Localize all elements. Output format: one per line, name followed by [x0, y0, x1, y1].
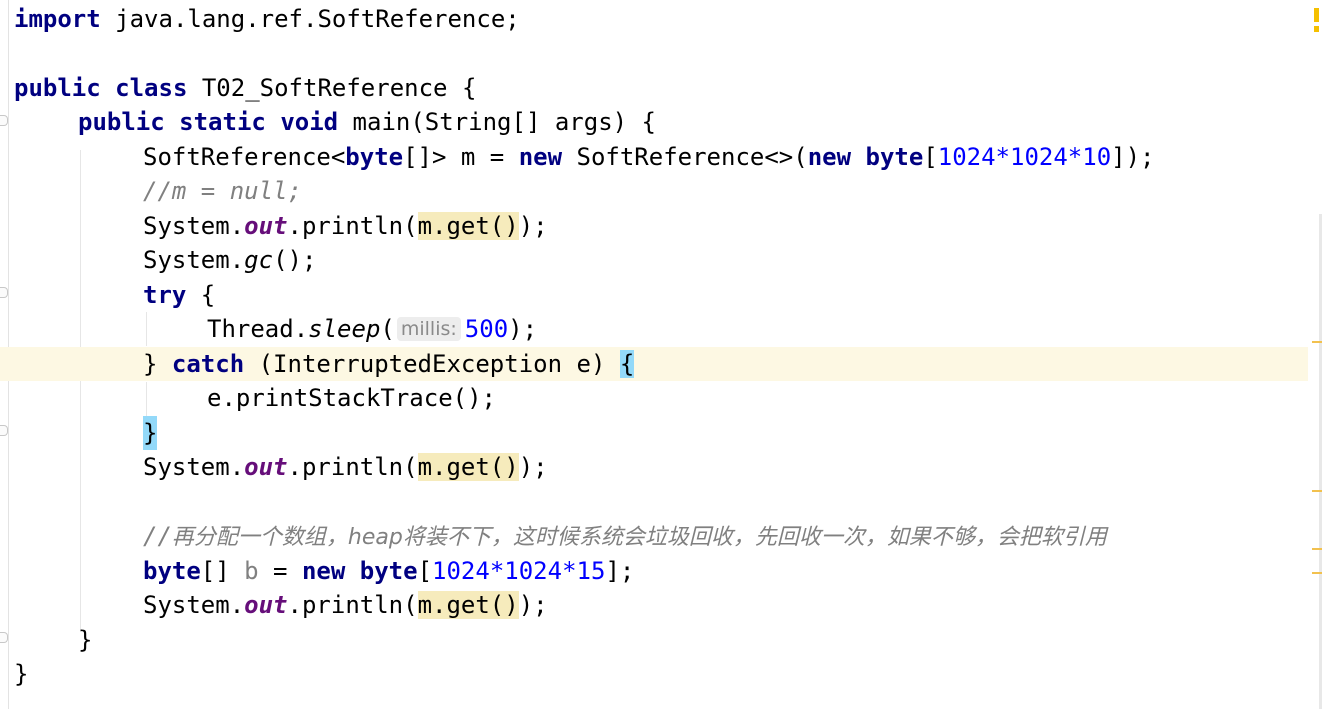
- keyword: byte: [345, 143, 404, 171]
- usage-marker[interactable]: [1312, 341, 1322, 343]
- code-text: .println(: [287, 212, 418, 240]
- code-editor[interactable]: import java.lang.ref.SoftReference; publ…: [0, 0, 1322, 709]
- unused-variable: b: [244, 557, 259, 585]
- keyword: new: [807, 143, 852, 171]
- static-field: out: [244, 453, 288, 481]
- parameter-hint: millis:: [396, 317, 461, 341]
- code-text: java.lang.ref.SoftReference;: [100, 5, 520, 33]
- number-literal: 10: [1082, 143, 1112, 171]
- code-text: SoftReference<: [143, 143, 346, 171]
- code-text: =: [258, 557, 302, 585]
- keyword: void: [280, 108, 339, 136]
- brace-match-highlight: {: [619, 350, 635, 378]
- code-line[interactable]: Thread.sleep(millis: 500);: [0, 312, 1322, 346]
- code-text: SoftReference<>(: [562, 143, 808, 171]
- code-line-current[interactable]: } catch (InterruptedException e) {: [0, 347, 1322, 381]
- code-text: );: [518, 212, 548, 240]
- code-text: (InterruptedException e): [244, 350, 620, 378]
- static-method: sleep: [308, 315, 381, 343]
- code-text: main(String[] args) {: [338, 108, 656, 136]
- code-line[interactable]: e.printStackTrace();: [0, 381, 1322, 415]
- code-comment: //m = null;: [143, 177, 302, 205]
- code-text: System.: [143, 591, 245, 619]
- code-text: System.: [143, 453, 245, 481]
- keyword: static: [179, 108, 266, 136]
- number-literal: 1024: [937, 143, 996, 171]
- static-field: out: [244, 591, 288, 619]
- brace-match-highlight: }: [143, 416, 158, 450]
- code-line[interactable]: //再分配一个数组，heap将装不下，这时候系统会垃圾回收，先回收一次，如果不够…: [0, 519, 1322, 553]
- code-text: Thread.: [207, 315, 309, 343]
- number-literal: 1024: [432, 557, 490, 585]
- code-text: }: [143, 350, 172, 378]
- code-text: ();: [273, 246, 317, 274]
- code-text: System.: [143, 246, 245, 274]
- code-text: .println(: [287, 453, 418, 481]
- usage-highlight: m.get(): [417, 591, 519, 619]
- code-text: );: [518, 591, 548, 619]
- code-line[interactable]: byte[] b = new byte[1024*1024*15];: [0, 554, 1322, 588]
- code-text: e.printStackTrace();: [207, 384, 496, 412]
- static-method: gc: [244, 246, 274, 274]
- code-text: {: [186, 281, 216, 309]
- code-text: .println(: [287, 591, 418, 619]
- code-text: );: [518, 453, 548, 481]
- keyword: import: [14, 5, 101, 33]
- usage-marker[interactable]: [1312, 572, 1322, 574]
- code-text: (: [380, 315, 395, 343]
- keyword: new: [518, 143, 563, 171]
- keyword: new: [301, 557, 346, 585]
- error-stripe-scrollbar[interactable]: [1308, 0, 1322, 709]
- code-line[interactable]: public class T02_SoftReference {: [0, 71, 1322, 105]
- number-literal: 15: [576, 557, 606, 585]
- code-line[interactable]: System.gc();: [0, 243, 1322, 277]
- keyword: byte: [865, 143, 924, 171]
- code-line[interactable]: }: [0, 416, 1322, 450]
- code-line[interactable]: }: [0, 657, 1322, 691]
- code-text: System.: [143, 212, 245, 240]
- code-text: ];: [605, 557, 635, 585]
- code-comment: //: [143, 522, 172, 550]
- code-line[interactable]: try {: [0, 278, 1322, 312]
- number-literal: 500: [464, 315, 509, 343]
- code-text: [: [923, 143, 938, 171]
- code-line[interactable]: System.out.println(m.get());: [0, 588, 1322, 622]
- keyword: public: [14, 74, 101, 102]
- code-line[interactable]: import java.lang.ref.SoftReference;: [0, 2, 1322, 36]
- usage-marker[interactable]: [1312, 490, 1322, 492]
- keyword: byte: [359, 557, 418, 585]
- keyword: byte: [143, 557, 201, 585]
- usage-highlight: m.get(): [417, 453, 519, 481]
- code-text: }: [14, 660, 29, 688]
- code-text: [: [417, 557, 433, 585]
- keyword: try: [143, 281, 187, 309]
- code-text: ]);: [1111, 143, 1155, 171]
- number-literal: 1024: [1010, 143, 1068, 171]
- warning-stripe-icon[interactable]: [1314, 8, 1319, 32]
- operator: *: [1067, 143, 1083, 171]
- number-literal: 1024: [504, 557, 563, 585]
- operator: *: [995, 143, 1010, 171]
- code-line[interactable]: System.out.println(m.get());: [0, 209, 1322, 243]
- code-text: []: [200, 557, 245, 585]
- usage-marker[interactable]: [1312, 548, 1322, 550]
- code-comment: 再分配一个数组，heap将装不下，这时候系统会垃圾回收，先回收一次，如果不够，会…: [171, 525, 1107, 550]
- static-field: out: [244, 212, 288, 240]
- keyword: catch: [171, 350, 245, 378]
- code-line[interactable]: System.out.println(m.get());: [0, 450, 1322, 484]
- code-text: }: [78, 626, 93, 654]
- keyword: public: [78, 108, 165, 136]
- operator: *: [489, 557, 505, 585]
- code-line[interactable]: public static void main(String[] args) {: [0, 105, 1322, 139]
- code-text: []> m =: [403, 143, 519, 171]
- code-text: );: [508, 315, 538, 343]
- usage-highlight: m.get(): [417, 212, 519, 240]
- keyword: class: [115, 74, 188, 102]
- code-text: T02_SoftReference {: [187, 74, 477, 102]
- operator: *: [562, 557, 577, 585]
- code-line[interactable]: //m = null;: [0, 174, 1322, 208]
- code-line[interactable]: SoftReference<byte[]> m = new SoftRefere…: [0, 140, 1322, 174]
- code-line[interactable]: }: [0, 623, 1322, 657]
